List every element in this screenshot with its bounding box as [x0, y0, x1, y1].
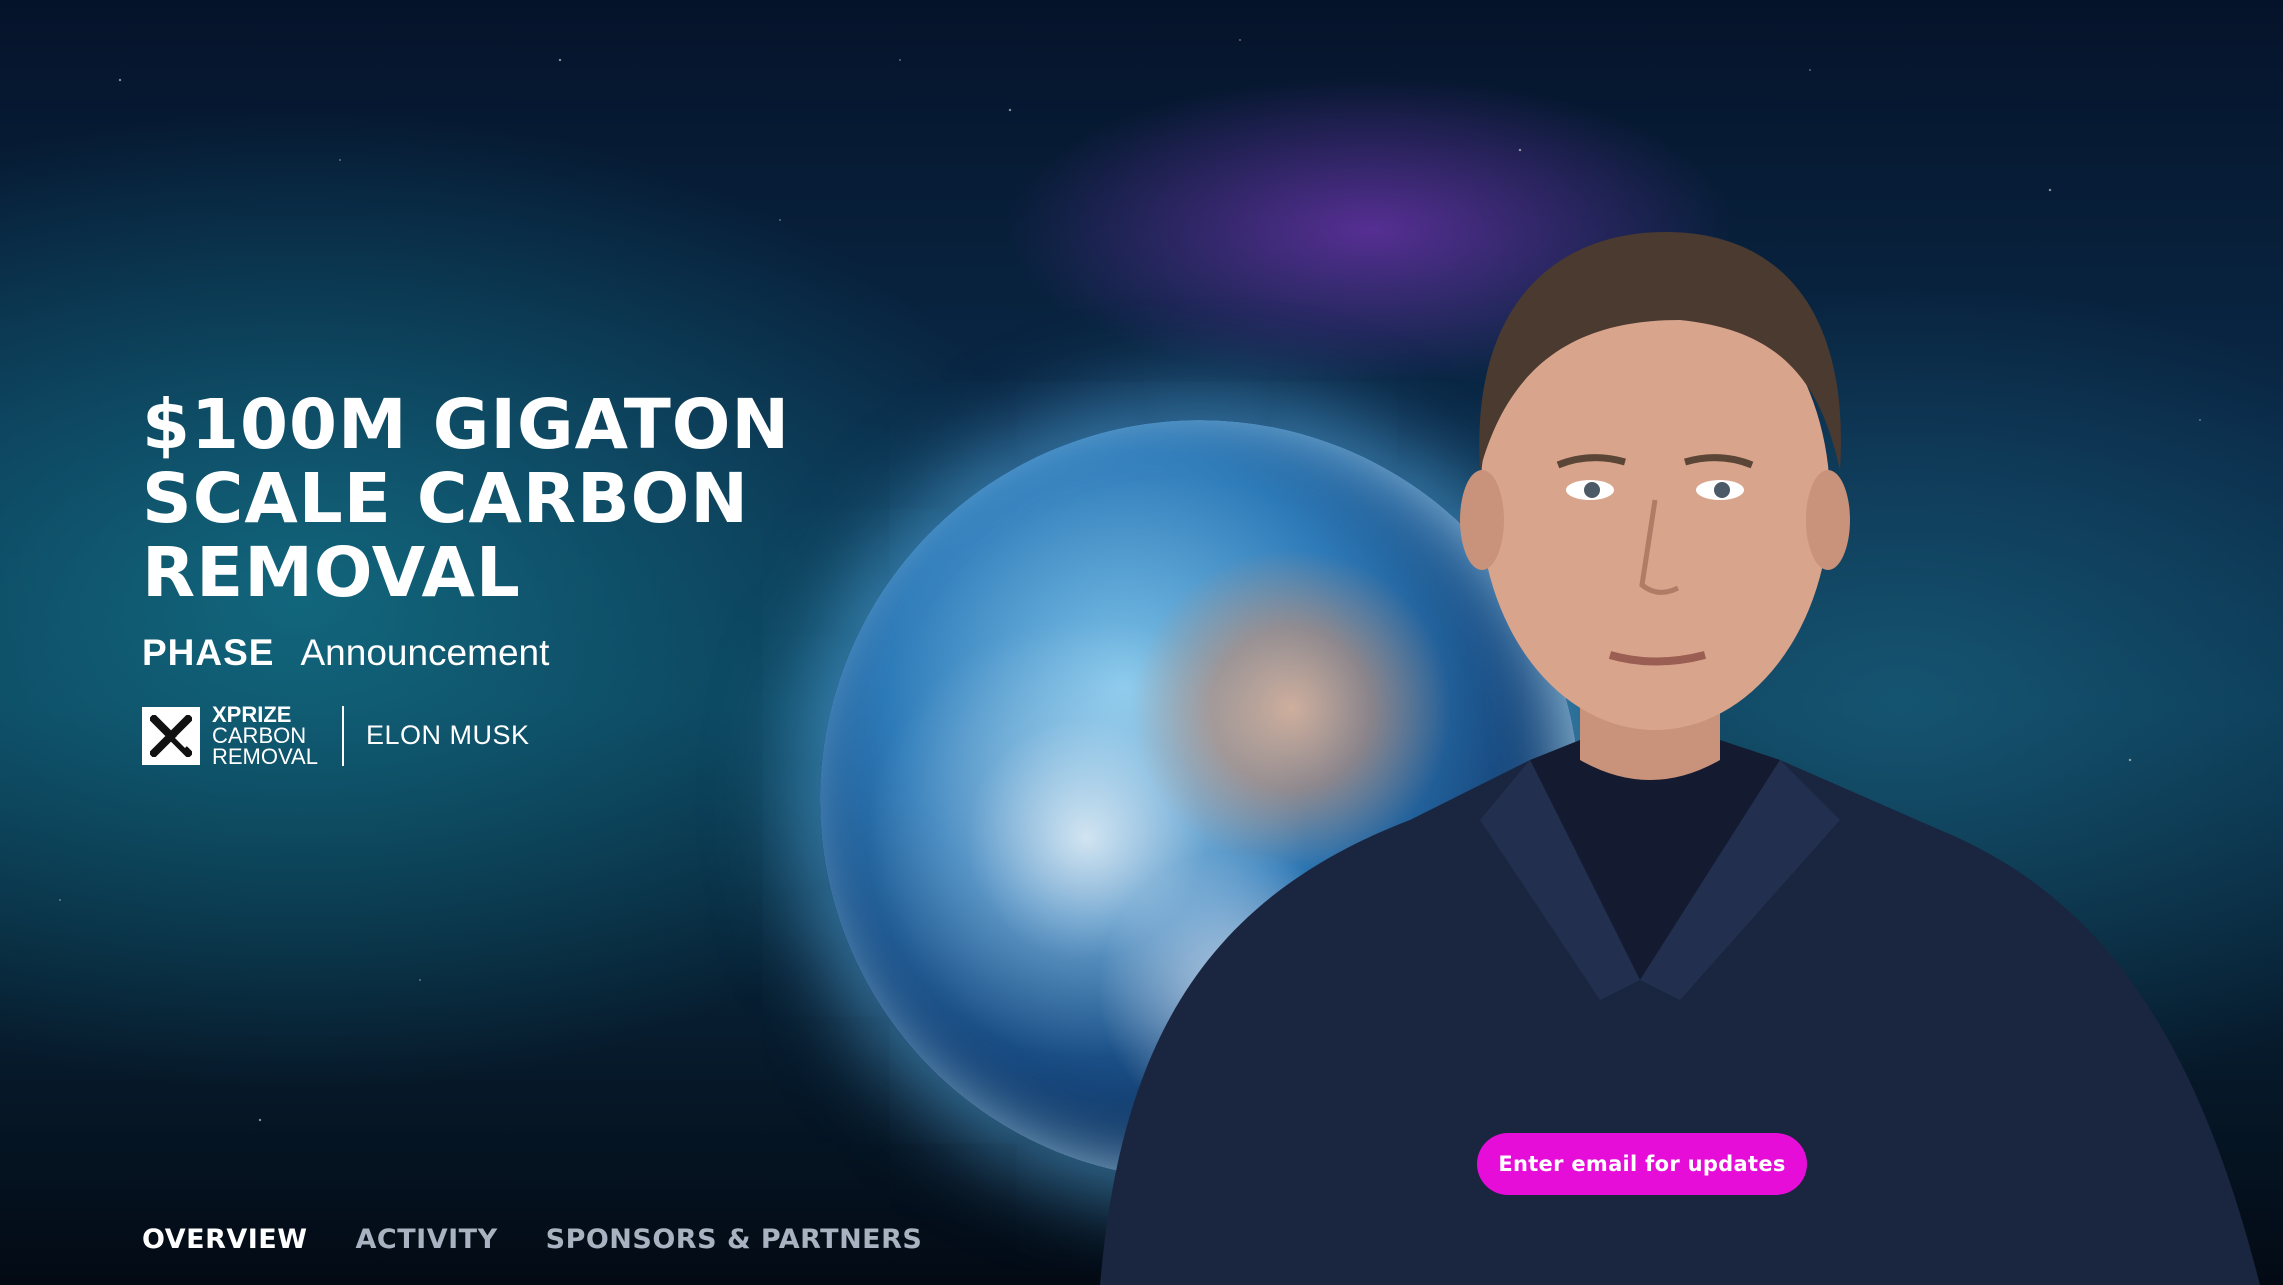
portrait-illustration [1100, 231, 2260, 1285]
tab-overview[interactable]: OVERVIEW [142, 1224, 308, 1255]
phase-row: PHASE Announcement [142, 632, 962, 674]
tab-activity[interactable]: ACTIVITY [356, 1224, 498, 1255]
logo-line-removal: REMOVAL [212, 744, 318, 769]
section-tabs: OVERVIEW ACTIVITY SPONSORS & PARTNERS [142, 1224, 922, 1255]
portrait-image [1080, 0, 2283, 1285]
sponsor-name: ELON MUSK [365, 720, 530, 750]
phase-value: Announcement [300, 632, 550, 673]
logo-line-carbon: CARBON [212, 723, 307, 748]
email-updates-button[interactable]: Enter email for updates [1477, 1133, 1807, 1195]
xprize-logo-text: XPRIZE CARBON REMOVAL [212, 702, 318, 769]
xprize-x-icon [142, 706, 200, 765]
phase-label: PHASE [142, 632, 275, 673]
prize-title: $100M GIGATON SCALE CARBON REMOVAL [142, 385, 791, 613]
brand-row: XPRIZE CARBON REMOVAL ELON MUSK [142, 702, 962, 769]
tab-sponsors-partners[interactable]: SPONSORS & PARTNERS [546, 1224, 923, 1255]
hero-section: $100M GIGATON SCALE CARBON REMOVAL PHASE… [142, 385, 962, 769]
logo-line-xprize: XPRIZE [212, 702, 292, 727]
brand-divider [341, 705, 344, 766]
